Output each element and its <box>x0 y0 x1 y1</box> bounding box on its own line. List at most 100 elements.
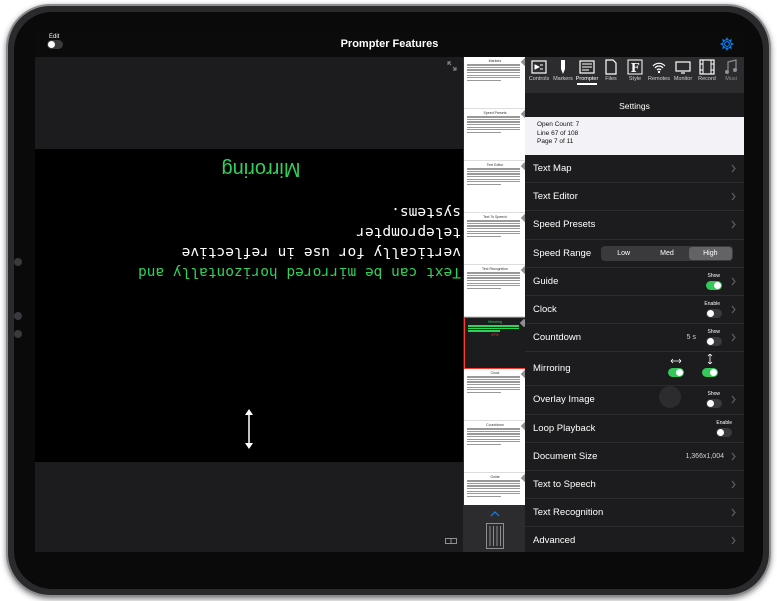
toggle-caption: Enable <box>704 300 720 307</box>
thumbnail-text-lines <box>467 116 523 134</box>
thumbnail-list[interactable]: Markers Speed Presets Text Editor Text To S… <box>464 57 526 505</box>
row-text-to-speech[interactable]: Text to Speech <box>525 471 744 500</box>
row-clock[interactable]: Clock Enable <box>525 296 744 325</box>
mirror-vertical-toggle[interactable] <box>702 368 718 378</box>
toggle-caption: Enable <box>716 419 732 426</box>
chevron-right-icon <box>731 277 736 286</box>
wireless-icon <box>652 62 666 74</box>
prompt-heading: Mirroring <box>221 158 301 180</box>
side-dot <box>14 312 22 320</box>
prompter-icon <box>579 60 595 74</box>
thumbnail-page[interactable]: Guide <box>464 473 526 505</box>
mirror-horizontal-toggle[interactable] <box>668 368 684 378</box>
speed-range-low[interactable]: Low <box>602 247 645 260</box>
thumbnail-text-lines <box>467 168 523 186</box>
prompt-line: systems. <box>391 204 461 220</box>
row-mirroring: Mirroring <box>525 352 744 387</box>
thumbnail-label: Text Recognition <box>482 267 508 271</box>
countdown-toggle[interactable] <box>706 337 722 347</box>
thumbnail-page[interactable]: Markers <box>464 57 526 109</box>
camera-dot <box>14 258 22 266</box>
expand-icon[interactable] <box>447 61 457 71</box>
chevron-right-icon <box>731 192 736 201</box>
row-speed-presets[interactable]: Speed Presets <box>525 211 744 240</box>
thumbnail-footer <box>464 505 526 552</box>
thumbnail-label: Text Editor <box>486 163 504 167</box>
scroll-bars-icon <box>486 523 504 549</box>
gear-icon[interactable] <box>720 37 734 51</box>
chevron-right-icon <box>731 452 736 461</box>
thumbnail-page[interactable]: Countdown <box>464 421 526 473</box>
speed-range-segmented-control[interactable]: Low Med High <box>601 245 733 261</box>
countdown-value: 5 s <box>686 334 696 342</box>
row-overlay-image[interactable]: Overlay Image Show <box>525 386 744 415</box>
thumbnail-page[interactable]: Text Editor <box>464 161 526 213</box>
row-text-recognition[interactable]: Text Recognition <box>525 499 744 528</box>
vertical-arrow-icon <box>707 354 713 365</box>
clock-toggle[interactable] <box>706 308 722 318</box>
thumbnail-page[interactable]: Text Recognition <box>464 265 526 317</box>
toolbar-item-controls[interactable]: Controls <box>527 59 551 82</box>
thumbnail-label: Markers <box>488 59 502 63</box>
thumbnail-text-lines <box>467 220 523 238</box>
chevron-up-icon[interactable] <box>490 511 500 517</box>
chevron-right-icon <box>731 305 736 314</box>
row-countdown[interactable]: Countdown 5 s Show <box>525 324 744 353</box>
speed-range-high[interactable]: High <box>688 246 732 260</box>
page-position: Page 7 of 11 <box>537 138 574 145</box>
thumbnail-text-lines <box>467 272 523 290</box>
row-loop-playback[interactable]: Loop Playback Enable <box>525 415 744 443</box>
row-speed-range: Speed Range Low Med High <box>525 240 744 268</box>
mirroring-toggles <box>664 354 734 380</box>
row-text-map[interactable]: Text Map <box>525 155 744 184</box>
open-count: Open Count: 7 <box>537 121 580 128</box>
row-text-editor[interactable]: Text Editor <box>525 183 744 212</box>
svg-text:F: F <box>631 61 640 75</box>
document-size-value: 1,366x1,004 <box>685 452 724 460</box>
row-advanced[interactable]: Advanced <box>525 527 744 552</box>
toolbar-item-monitor[interactable]: Monitor <box>671 59 695 82</box>
chevron-right-icon <box>731 480 736 489</box>
chevron-right-icon <box>731 508 736 517</box>
overlay-image-toggle[interactable] <box>706 399 722 409</box>
guide-toggle[interactable] <box>706 280 722 290</box>
line-position: Line 67 of 108 <box>537 129 579 137</box>
toolbar-item-prompter[interactable]: Prompter <box>575 59 599 85</box>
thumbnail-page[interactable]: Speed Presets <box>464 109 526 161</box>
toolbar-item-style[interactable]: F Style <box>623 59 647 82</box>
controls-icon <box>531 60 547 74</box>
settings-list: Text Map Text Editor Speed Presets Speed… <box>525 155 744 552</box>
toolbar-item-markers[interactable]: Markers <box>551 59 575 82</box>
mirrored-prompt-text: Text can be mirrored horizontally and ve… <box>71 157 461 282</box>
page-thumbnail-strip[interactable]: Markers Speed Presets Text Editor Text To S… <box>463 57 526 552</box>
thumbnail-text-lines <box>467 64 523 82</box>
thumbnail-text-lines <box>467 428 523 446</box>
toolbar-item-record[interactable]: Record <box>695 59 719 82</box>
toolbar-item-remotes[interactable]: Remotes <box>647 59 671 82</box>
horizontal-arrow-icon <box>670 359 682 364</box>
toolbar-item-files[interactable]: Files <box>599 59 623 82</box>
marker-pen-icon <box>561 60 565 74</box>
prompt-line: Text can be mirrored horizontally and <box>137 264 461 280</box>
toolbar-item-music[interactable]: Musi <box>719 59 743 82</box>
speed-range-med[interactable]: Med <box>645 247 688 260</box>
prompt-body: Text can be mirrored horizontally and ve… <box>71 202 461 282</box>
loop-playback-toggle[interactable] <box>716 427 732 437</box>
thumbnail-page[interactable]: Mirroring 67% <box>464 317 526 369</box>
thumbnail-text-lines <box>467 480 523 498</box>
page-title: Prompter Features <box>340 38 439 50</box>
app-screen: Edit Prompter Features Text can be mirro… <box>35 31 744 552</box>
thumbnail-page[interactable]: Clock <box>464 369 526 421</box>
thumbnail-label: Text To Speech <box>483 215 507 219</box>
row-guide[interactable]: Guide Show <box>525 268 744 296</box>
row-document-size[interactable]: Document Size 1,366x1,004 <box>525 443 744 471</box>
prompter-view[interactable]: Text can be mirrored horizontally and ve… <box>35 57 463 552</box>
thumbnail-page[interactable]: Text To Speech <box>464 213 526 265</box>
document-info: Open Count: 7 Line 67 of 108 Page 7 of 1… <box>525 117 744 155</box>
keyboard-icon[interactable] <box>445 538 457 544</box>
settings-title: Settings <box>619 101 650 111</box>
chevron-right-icon <box>731 536 736 545</box>
font-style-icon: F <box>627 59 643 75</box>
thumbnail-progress: 67% <box>491 332 499 337</box>
chevron-right-icon <box>731 164 736 173</box>
